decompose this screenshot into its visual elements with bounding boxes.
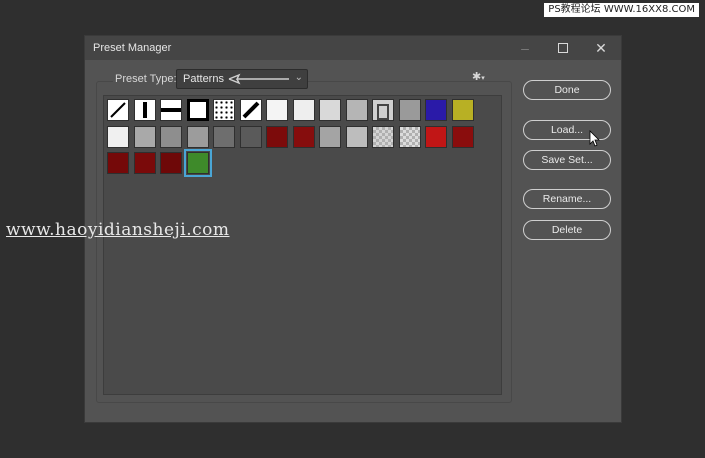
watermark-top: PS教程论坛 WWW.16XX8.COM: [544, 3, 699, 17]
pattern-thumb-checker-1[interactable]: [372, 125, 394, 148]
watermark-url: www.haoyidiansheji.com: [6, 220, 230, 240]
gear-icon[interactable]: ✱▾: [472, 70, 485, 83]
pattern-thumb-red-2[interactable]: [292, 125, 315, 148]
chevron-down-icon: ⌄: [294, 72, 303, 83]
pattern-thumb-diagonal-bold[interactable]: [239, 99, 262, 121]
pattern-thumb-checker-2[interactable]: [398, 125, 421, 148]
pattern-thumb-gray-noise[interactable]: [345, 99, 368, 121]
pattern-thumb-gray-grid[interactable]: [160, 125, 182, 148]
pattern-thumb-dark-gray-2[interactable]: [239, 125, 262, 148]
preset-type-select[interactable]: Patterns ⌄: [176, 69, 308, 89]
pattern-thumb-diagonal-line[interactable]: [107, 99, 129, 121]
pattern-thumb-horizontal-bar[interactable]: [160, 99, 182, 121]
pattern-thumb-square-frame[interactable]: [372, 99, 394, 121]
pattern-thumb-dark-gray-1[interactable]: [213, 125, 235, 148]
save-set-button[interactable]: Save Set...: [523, 150, 611, 170]
minimize-icon[interactable]: –: [515, 39, 535, 57]
pattern-thumb-red-5[interactable]: [133, 152, 156, 174]
pattern-thumb-gray-3[interactable]: [319, 125, 341, 148]
rename-button[interactable]: Rename...: [523, 189, 611, 209]
pattern-thumb-red-6[interactable]: [160, 152, 182, 174]
pattern-thumb-black-frame[interactable]: [186, 99, 209, 121]
pattern-thumb-gray-2[interactable]: [186, 125, 209, 148]
pattern-thumb-gray-1[interactable]: [133, 125, 156, 148]
pattern-thumb-crumple[interactable]: [398, 99, 421, 121]
pattern-thumb-blue-texture[interactable]: [425, 99, 447, 121]
pattern-grid: [103, 95, 502, 395]
pattern-thumb-red-4[interactable]: [107, 152, 129, 174]
title-bar[interactable]: Preset Manager – ✕: [85, 36, 621, 60]
pattern-thumb-dots[interactable]: [213, 99, 235, 121]
preset-type-value: Patterns: [183, 73, 224, 85]
pattern-thumb-white-1[interactable]: [266, 99, 288, 121]
pattern-thumb-red-bright[interactable]: [425, 125, 447, 148]
delete-button[interactable]: Delete: [523, 220, 611, 240]
pattern-thumb-gray-noise-2[interactable]: [345, 125, 368, 148]
pattern-thumb-white-3[interactable]: [107, 125, 129, 148]
pattern-thumb-light-gray[interactable]: [319, 99, 341, 121]
pattern-thumb-yellow-texture[interactable]: [451, 99, 474, 121]
pattern-thumb-white-2[interactable]: [292, 99, 315, 121]
pattern-thumb-red-3[interactable]: [451, 125, 474, 148]
close-icon[interactable]: ✕: [591, 39, 611, 57]
maximize-icon[interactable]: [553, 39, 573, 57]
pattern-thumb-red-1[interactable]: [266, 125, 288, 148]
done-button[interactable]: Done: [523, 80, 611, 100]
drawn-arrow-annotation: [228, 73, 289, 85]
dialog-title: Preset Manager: [93, 42, 172, 54]
pattern-thumb-green-texture[interactable]: [183, 149, 212, 177]
mouse-cursor-icon: [589, 130, 600, 147]
pattern-thumb-vertical-bar[interactable]: [133, 99, 156, 121]
preset-type-label: Preset Type:: [113, 73, 179, 85]
